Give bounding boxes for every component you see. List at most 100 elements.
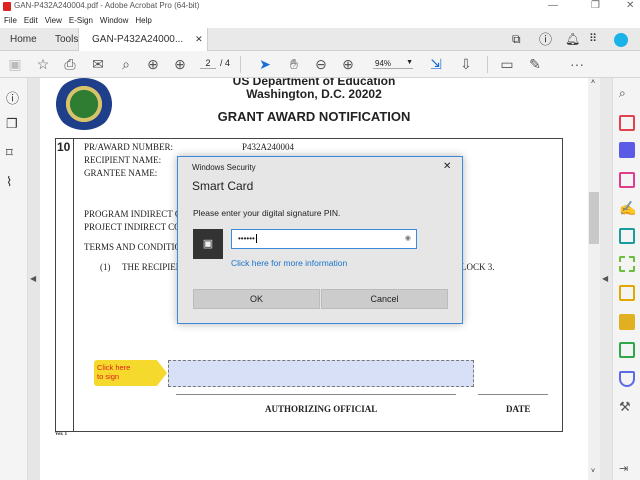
info-icon[interactable]: ⓘ (6, 88, 19, 107)
organize-pages-icon[interactable] (619, 172, 635, 188)
previous-page-icon[interactable]: ⊕ (144, 56, 162, 72)
dialog-close-button[interactable]: ✕ (443, 161, 451, 172)
zoom-value: 94% (375, 59, 392, 68)
term-number: (1) (100, 262, 111, 272)
close-tab-icon[interactable]: ✕ (195, 34, 203, 44)
avatar[interactable] (614, 33, 628, 47)
divider (240, 56, 241, 73)
bookmarks-icon[interactable]: ⌑ (6, 145, 13, 161)
pages-icon[interactable]: ❐ (6, 116, 18, 132)
select-arrow-icon[interactable]: ➤ (256, 56, 274, 72)
more-tools-icon[interactable]: ⚒ (619, 399, 635, 415)
scan-ocr-icon[interactable] (619, 342, 635, 358)
vertical-scrollbar[interactable]: ˄ ˅ (588, 78, 600, 480)
more-info-link[interactable]: Click here for more information (231, 258, 347, 268)
email-icon[interactable]: ✉ (89, 56, 107, 72)
term-text-end: LOCK 3. (461, 262, 495, 272)
restore-button[interactable]: ❐ (591, 0, 600, 11)
smart-card-dialog: Windows Security ✕ Smart Card Please ent… (177, 156, 463, 324)
search-tools-icon[interactable]: ⌕ (619, 86, 635, 102)
edit-pdf-icon[interactable] (619, 285, 635, 301)
bell-icon[interactable]: 🔔︎ (565, 28, 580, 51)
pin-value: •••••• (238, 234, 255, 243)
collapse-tools-icon[interactable]: ⇥ (619, 462, 635, 478)
dialog-title: Smart Card (192, 179, 254, 193)
right-pane-collapse-strip: ◀ (600, 78, 612, 480)
window-title: GAN-P432A240004.pdf - Adobe Acrobat Pro … (14, 1, 200, 10)
tab-document[interactable]: GAN-P432A24000... ✕ (78, 28, 208, 52)
hand-icon[interactable]: ✋︎ (285, 56, 303, 72)
pr-award-value: P432A240004 (242, 142, 295, 152)
tab-home[interactable]: Home (10, 28, 37, 51)
menu-file[interactable]: File (4, 16, 17, 25)
create-pdf-icon[interactable] (619, 115, 635, 131)
date-label: DATE (506, 404, 531, 414)
minimize-button[interactable]: — (548, 0, 558, 11)
collapse-right-pane-icon[interactable]: ◀ (602, 274, 608, 283)
apps-grid-icon[interactable]: ⠿ (589, 28, 597, 51)
export-pdf-icon[interactable] (619, 142, 635, 158)
print-icon[interactable]: ⎙ (61, 56, 79, 72)
document-title: GRANT AWARD NOTIFICATION (217, 109, 411, 124)
tools-pane: ⌕ ✍ ⚒ ⇥ (612, 78, 640, 480)
comment-tool-icon[interactable] (619, 314, 635, 330)
fill-sign-icon[interactable]: ✍ (619, 200, 636, 216)
search-zoom-icon[interactable]: ⌕ (117, 56, 135, 72)
dialog-prompt: Please enter your digital signature PIN. (193, 208, 341, 218)
more-icon[interactable]: ··· (568, 56, 586, 72)
scroll-up-icon[interactable]: ˄ (591, 79, 595, 86)
reveal-password-icon[interactable]: ◉ (405, 230, 411, 248)
click-to-sign-tag[interactable]: Click here to sign (94, 360, 167, 386)
menu-help[interactable]: Help (135, 16, 151, 25)
menu-window[interactable]: Window (100, 16, 128, 25)
share-icon[interactable]: ⧉ (512, 28, 521, 51)
page-total: / 4 (220, 58, 231, 68)
scroll-mode-icon[interactable]: ⇩ (457, 56, 475, 72)
help-icon[interactable]: ⓘ (539, 28, 552, 51)
expand-left-pane-icon[interactable]: ◀ (30, 274, 36, 283)
header-address: Washington, D.C. 20202 (246, 87, 382, 101)
divider (487, 56, 488, 73)
page-fit-icon[interactable]: ⇲ (427, 56, 445, 72)
comment-icon[interactable]: ▭ (498, 56, 516, 72)
dialog-caption: Windows Security (192, 163, 256, 172)
sign-tag-label: Click here to sign (97, 363, 131, 381)
block-number: 10 (57, 140, 71, 154)
save-icon[interactable]: ▣ (6, 56, 24, 72)
close-window-button[interactable]: ✕ (626, 0, 634, 11)
toolbar: ▣ ☆ ⎙ ✉ ⌕ ⊕ ⊕ 2 / 4 ➤ ✋︎ ⊖ ⊕ 94% ▼ ⇲ ⇩ ▭ … (0, 51, 640, 78)
attachments-icon[interactable]: ⌇ (6, 174, 12, 190)
scroll-down-icon[interactable]: ˅ (591, 468, 595, 475)
menu-bar: File Edit View E-Sign Window Help (0, 13, 640, 28)
page-gutter: ◀ (28, 78, 40, 480)
smart-card-icon: ▣ (193, 229, 223, 259)
version-label: Ver. 1 (55, 432, 68, 437)
protect-shield-icon[interactable] (619, 371, 635, 387)
tab-tools[interactable]: Tools (55, 28, 78, 51)
menu-edit[interactable]: Edit (24, 16, 38, 25)
acrobat-icon (3, 2, 11, 11)
left-navigation-pane: ⓘ ❐ ⌑ ⌇ (0, 78, 28, 480)
tab-document-label: GAN-P432A24000... (92, 34, 184, 45)
zoom-level-select[interactable]: 94% ▼ (373, 59, 413, 69)
term-text: THE RECIPIEN (122, 262, 183, 272)
program-indirect-label: PROGRAM INDIRECT C (84, 209, 181, 219)
page-number-input[interactable]: 2 (200, 58, 216, 69)
request-signature-icon[interactable] (619, 228, 635, 244)
highlight-pen-icon[interactable]: ✎ (526, 56, 544, 72)
menu-view[interactable]: View (45, 16, 62, 25)
pin-input[interactable]: •••••• ◉ (231, 229, 417, 249)
signature-field[interactable] (168, 360, 474, 387)
cancel-button[interactable]: Cancel (321, 289, 448, 309)
next-page-icon[interactable]: ⊕ (171, 56, 189, 72)
scrollbar-thumb[interactable] (589, 192, 599, 244)
project-indirect-label: PROJECT INDIRECT CO (84, 222, 181, 232)
ok-button[interactable]: OK (193, 289, 320, 309)
authorizing-official-label: AUTHORIZING OFFICIAL (265, 404, 378, 414)
zoom-out-icon[interactable]: ⊖ (312, 56, 330, 72)
compress-pdf-icon[interactable] (619, 256, 635, 272)
bookmark-star-icon[interactable]: ☆ (34, 56, 52, 72)
zoom-in-icon[interactable]: ⊕ (339, 56, 357, 72)
menu-esign[interactable]: E-Sign (69, 16, 93, 25)
tab-bar: Home Tools GAN-P432A24000... ✕ ⧉ ⓘ 🔔︎ ⠿ (0, 28, 640, 52)
